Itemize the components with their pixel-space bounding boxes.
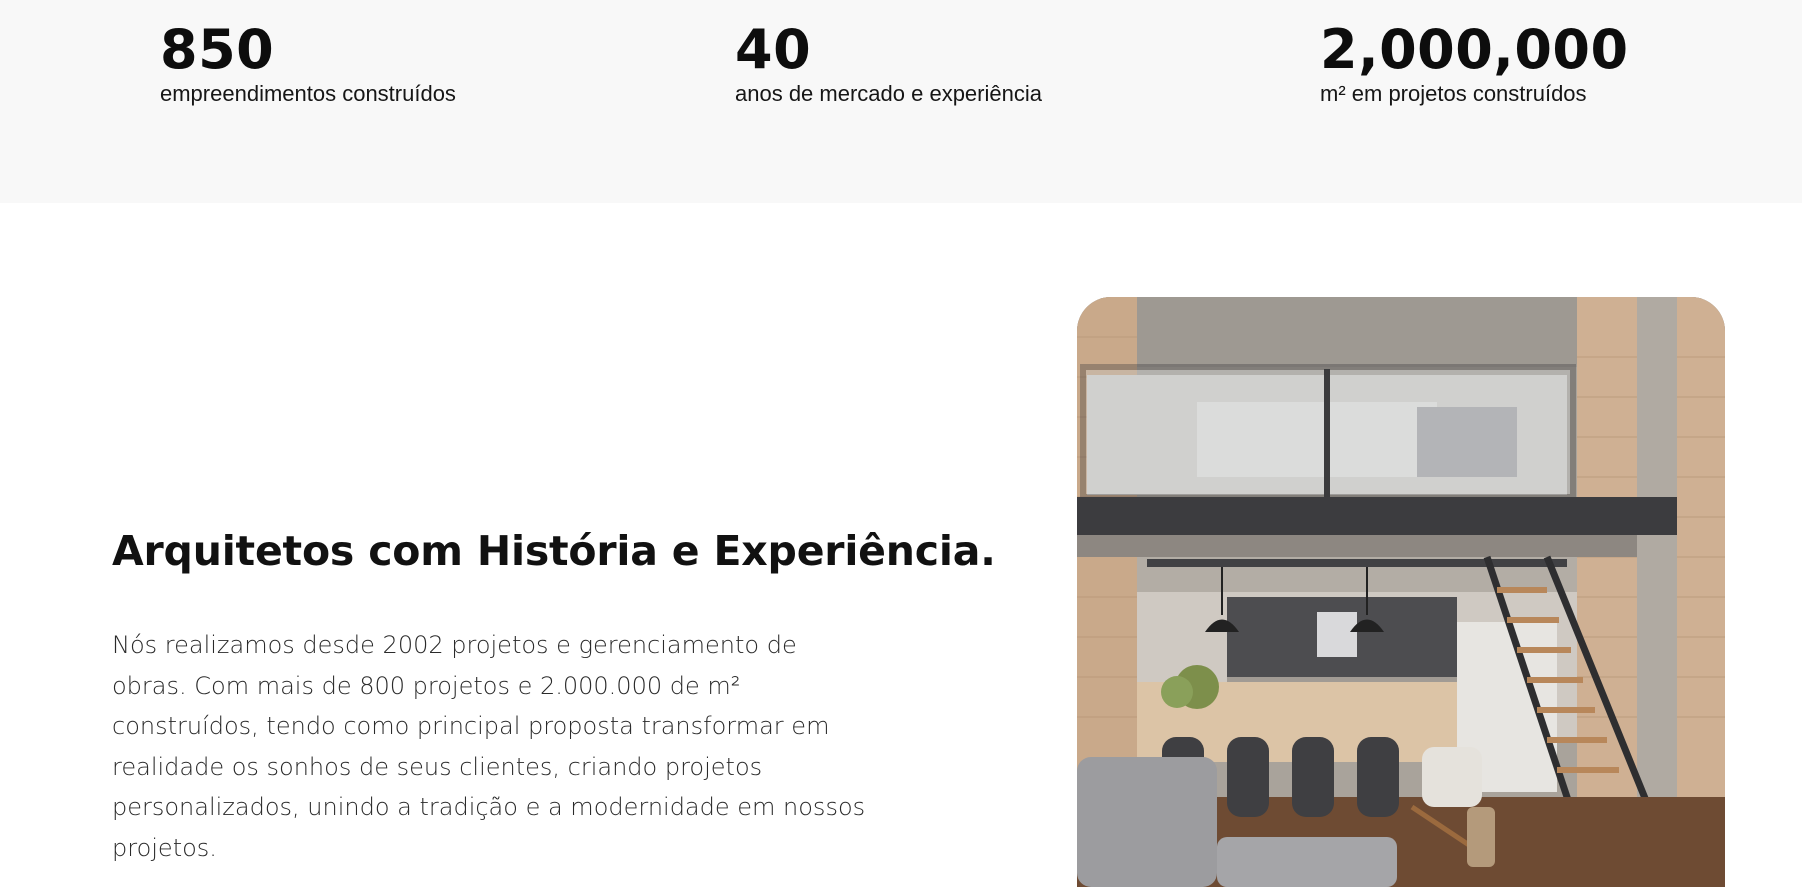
stat-value: 850 <box>160 18 275 81</box>
stats-section: 850 empreendimentos construídos 40 anos … <box>0 0 1802 203</box>
about-body: Nós realizamos desde 2002 projetos e ger… <box>112 631 866 862</box>
stat-projects: 850 empreendimentos construídos <box>160 20 456 108</box>
stat-label: empreendimentos construídos <box>160 81 456 106</box>
stat-area: 2,000,000 m² em projetos construídos <box>1320 20 1629 108</box>
stat-value: 2,000,000 <box>1320 18 1629 81</box>
stat-label: anos de mercado e experiência <box>735 81 1042 106</box>
stat-value: 40 <box>735 18 812 81</box>
loft-interior-photo <box>1077 297 1725 887</box>
stat-years: 40 anos de mercado e experiência <box>735 20 1042 108</box>
about-title: Arquitetos com História e Experiência. <box>112 527 996 575</box>
stat-label: m² em projetos construídos <box>1320 81 1587 106</box>
